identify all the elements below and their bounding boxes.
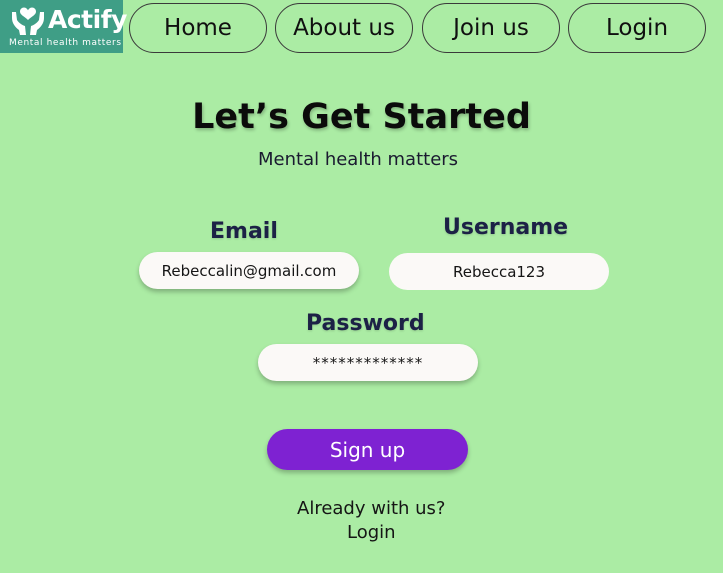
email-label: Email	[210, 219, 278, 244]
page-title: Let’s Get Started	[0, 93, 723, 141]
nav-home-button[interactable]: Home	[129, 3, 267, 53]
email-field[interactable]	[139, 252, 359, 289]
sign-up-button[interactable]: Sign up	[267, 429, 468, 470]
nav-about-us-button[interactable]: About us	[275, 3, 413, 53]
already-member-text: Already with us?	[297, 498, 446, 519]
brand-tagline: Mental health matters	[9, 38, 122, 48]
hands-heart-icon	[12, 7, 44, 35]
brand-logo[interactable]: Actify Mental health matters	[0, 0, 127, 53]
nav-login-button[interactable]: Login	[568, 3, 706, 53]
username-label: Username	[443, 215, 569, 240]
password-field[interactable]	[258, 344, 478, 381]
page-title-text: Let’s Get Started	[192, 97, 531, 137]
page-subtitle: Mental health matters	[258, 149, 459, 170]
username-field[interactable]	[389, 253, 609, 290]
login-link[interactable]: Login	[347, 521, 396, 545]
password-label: Password	[306, 311, 425, 336]
nav-join-us-button[interactable]: Join us	[422, 3, 560, 53]
brand-name: Actify	[48, 5, 127, 34]
